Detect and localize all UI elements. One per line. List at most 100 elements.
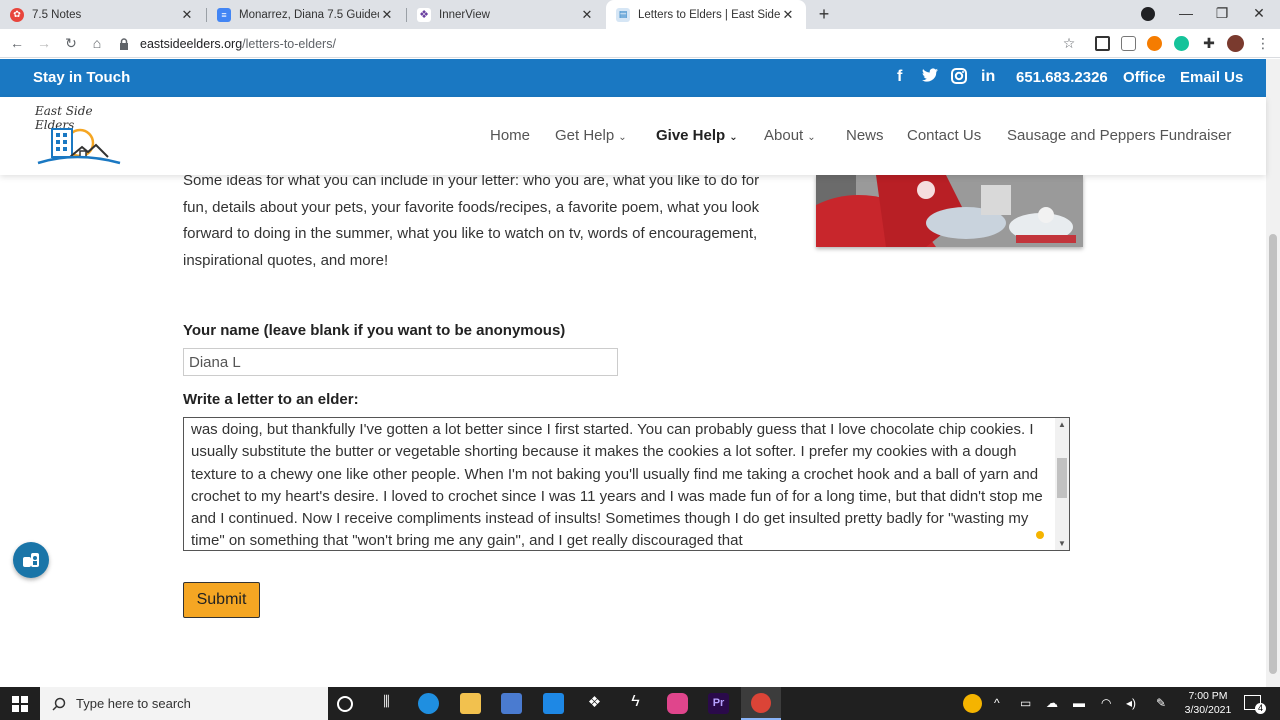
clock-date: 3/30/2021 xyxy=(1184,704,1232,716)
office-link[interactable]: Office xyxy=(1123,69,1166,86)
chevron-down-icon: ⌄ xyxy=(729,132,738,143)
innerview-icon: ❖ xyxy=(417,7,431,22)
google-docs-icon: ≡ xyxy=(217,7,231,22)
close-icon[interactable]: ✕ xyxy=(179,7,195,23)
creative-cloud-icon[interactable] xyxy=(667,693,688,714)
mail-icon[interactable] xyxy=(543,693,564,714)
nav-give-help[interactable]: Give Help ⌄ xyxy=(656,127,738,144)
notification-center-icon[interactable]: 4 xyxy=(1244,695,1266,714)
chrome-icon xyxy=(751,693,771,713)
start-button[interactable] xyxy=(0,687,40,720)
help-icon[interactable] xyxy=(963,694,982,713)
url-path: /letters-to-elders/ xyxy=(242,36,336,51)
cortana-icon[interactable] xyxy=(337,696,353,712)
letter-scroll-thumb[interactable] xyxy=(1057,458,1067,498)
close-icon[interactable]: ✕ xyxy=(579,7,595,23)
close-window-icon[interactable]: ✕ xyxy=(1241,0,1277,29)
lock-icon xyxy=(118,37,130,50)
taskbar-clock[interactable]: 7:00 PM 3/30/2021 xyxy=(1178,689,1238,717)
linkedin-icon[interactable]: in xyxy=(981,68,995,86)
facebook-icon[interactable]: f xyxy=(897,68,902,86)
windows-taskbar: Type here to search ⫼ ❖ ϟ Pr ^ ▭ ☁ ▬ ◠ ◂… xyxy=(0,687,1280,720)
search-placeholder: Type here to search xyxy=(76,696,191,711)
submit-button[interactable]: Submit xyxy=(183,582,260,618)
nav-contact-us[interactable]: Contact Us xyxy=(907,127,981,144)
onedrive-icon[interactable]: ☁ xyxy=(1046,696,1058,710)
new-tab-button[interactable]: + xyxy=(814,4,834,24)
tab-innerview[interactable]: ❖ InnerView ✕ xyxy=(407,0,605,29)
page-scroll-thumb[interactable] xyxy=(1269,234,1277,674)
name-label: Your name (leave blank if you want to be… xyxy=(183,322,566,339)
letter-textarea[interactable]: was doing, but thankfully I've gotten a … xyxy=(183,417,1070,551)
site-logo[interactable]: East Side Elders xyxy=(32,103,132,167)
chevron-down-icon: ⌄ xyxy=(807,132,816,143)
store-icon[interactable] xyxy=(501,693,522,714)
task-view-icon[interactable]: ⫼ xyxy=(376,693,397,714)
nav-news[interactable]: News xyxy=(846,127,884,144)
url-host: eastsideelders.org xyxy=(140,36,243,51)
avatar[interactable] xyxy=(1227,35,1244,52)
main-content: Some ideas for what you can include in y… xyxy=(0,175,1266,687)
tray-device-icon[interactable]: ▭ xyxy=(1020,696,1031,710)
tab-7-5-notes[interactable]: ✿ 7.5 Notes ✕ xyxy=(0,0,205,29)
maximize-icon[interactable]: ❐ xyxy=(1204,0,1240,29)
lightning-app-icon[interactable]: ϟ xyxy=(625,693,646,714)
menu-dots-icon[interactable]: ⋮ xyxy=(1252,32,1274,54)
name-input[interactable] xyxy=(183,348,618,376)
back-icon[interactable]: ← xyxy=(6,32,28,54)
grammarly-status-icon[interactable] xyxy=(1036,531,1044,539)
nav-label: Give Help xyxy=(656,127,726,144)
letter-text: was doing, but thankfully I've gotten a … xyxy=(191,421,1043,550)
windows-logo-icon xyxy=(12,695,28,712)
nav-get-help[interactable]: Get Help ⌄ xyxy=(555,127,627,144)
chevron-up-icon[interactable]: ^ xyxy=(994,696,1000,710)
nav-label: Get Help xyxy=(555,127,615,144)
search-icon xyxy=(52,697,66,711)
tab-guided-notes[interactable]: ≡ Monarrez, Diana 7.5 Guided Notes ✕ xyxy=(207,0,405,29)
nav-about[interactable]: About ⌄ xyxy=(764,127,816,144)
taskbar-search-box[interactable]: Type here to search xyxy=(40,687,328,720)
nav-fundraiser[interactable]: Sausage and Peppers Fundraiser xyxy=(1007,127,1231,144)
profile-icon[interactable] xyxy=(1141,7,1155,21)
close-icon[interactable]: ✕ xyxy=(780,7,796,23)
dropbox-icon[interactable]: ❖ xyxy=(584,693,605,714)
letter-label: Write a letter to an elder: xyxy=(183,391,359,408)
file-explorer-icon[interactable] xyxy=(460,693,481,714)
edge-icon[interactable] xyxy=(418,693,439,714)
reload-icon[interactable]: ↻ xyxy=(60,32,82,54)
phone-link[interactable]: 651.683.2326 xyxy=(1016,69,1108,86)
volume-icon[interactable]: ◂) xyxy=(1126,696,1136,710)
page-scrollbar[interactable] xyxy=(1266,59,1280,687)
email-link[interactable]: Email Us xyxy=(1180,69,1243,86)
nav-home[interactable]: Home xyxy=(490,127,530,144)
twitter-icon[interactable] xyxy=(922,68,939,86)
home-icon[interactable]: ⌂ xyxy=(86,32,108,54)
extension-shield-icon[interactable] xyxy=(1095,36,1110,51)
premiere-pro-icon[interactable]: Pr xyxy=(708,693,729,714)
scroll-down-icon[interactable]: ▼ xyxy=(1055,539,1069,548)
minimize-icon[interactable]: — xyxy=(1168,0,1204,29)
extension-orange-icon[interactable] xyxy=(1147,36,1162,51)
letter-scrollbar[interactable]: ▲ ▼ xyxy=(1055,418,1069,550)
pen-icon[interactable]: ✎ xyxy=(1156,696,1166,710)
battery-icon[interactable]: ▬ xyxy=(1073,696,1085,710)
instagram-icon[interactable] xyxy=(951,68,967,86)
extension-check-icon[interactable] xyxy=(1121,36,1136,51)
wifi-icon[interactable]: ◠ xyxy=(1101,696,1111,710)
stay-in-touch-text: Stay in Touch xyxy=(33,69,131,86)
browser-toolbar: ← → ↻ ⌂ eastsideelders.org/letters-to-el… xyxy=(0,29,1280,58)
grammarly-icon[interactable] xyxy=(1174,36,1189,51)
forward-icon[interactable]: → xyxy=(33,32,55,54)
clock-time: 7:00 PM xyxy=(1188,690,1228,702)
tab-letters-to-elders[interactable]: ▤ Letters to Elders | East Side Elders ✕ xyxy=(606,0,806,29)
accessibility-widget-button[interactable] xyxy=(13,542,49,578)
nav-label: Sausage and Peppers Fundraiser xyxy=(1007,127,1232,144)
site-top-bar: Stay in Touch f in 651.683.2326 Office E… xyxy=(0,59,1266,97)
chrome-taskbar-button[interactable] xyxy=(741,687,781,720)
address-bar[interactable]: eastsideelders.org/letters-to-elders/ xyxy=(118,32,1080,55)
scroll-up-icon[interactable]: ▲ xyxy=(1055,420,1069,429)
close-icon[interactable]: ✕ xyxy=(379,7,395,23)
bookmark-star-icon[interactable]: ☆ xyxy=(1058,32,1080,54)
extensions-puzzle-icon[interactable]: ✚ xyxy=(1198,32,1220,54)
notification-badge: 4 xyxy=(1255,703,1266,714)
